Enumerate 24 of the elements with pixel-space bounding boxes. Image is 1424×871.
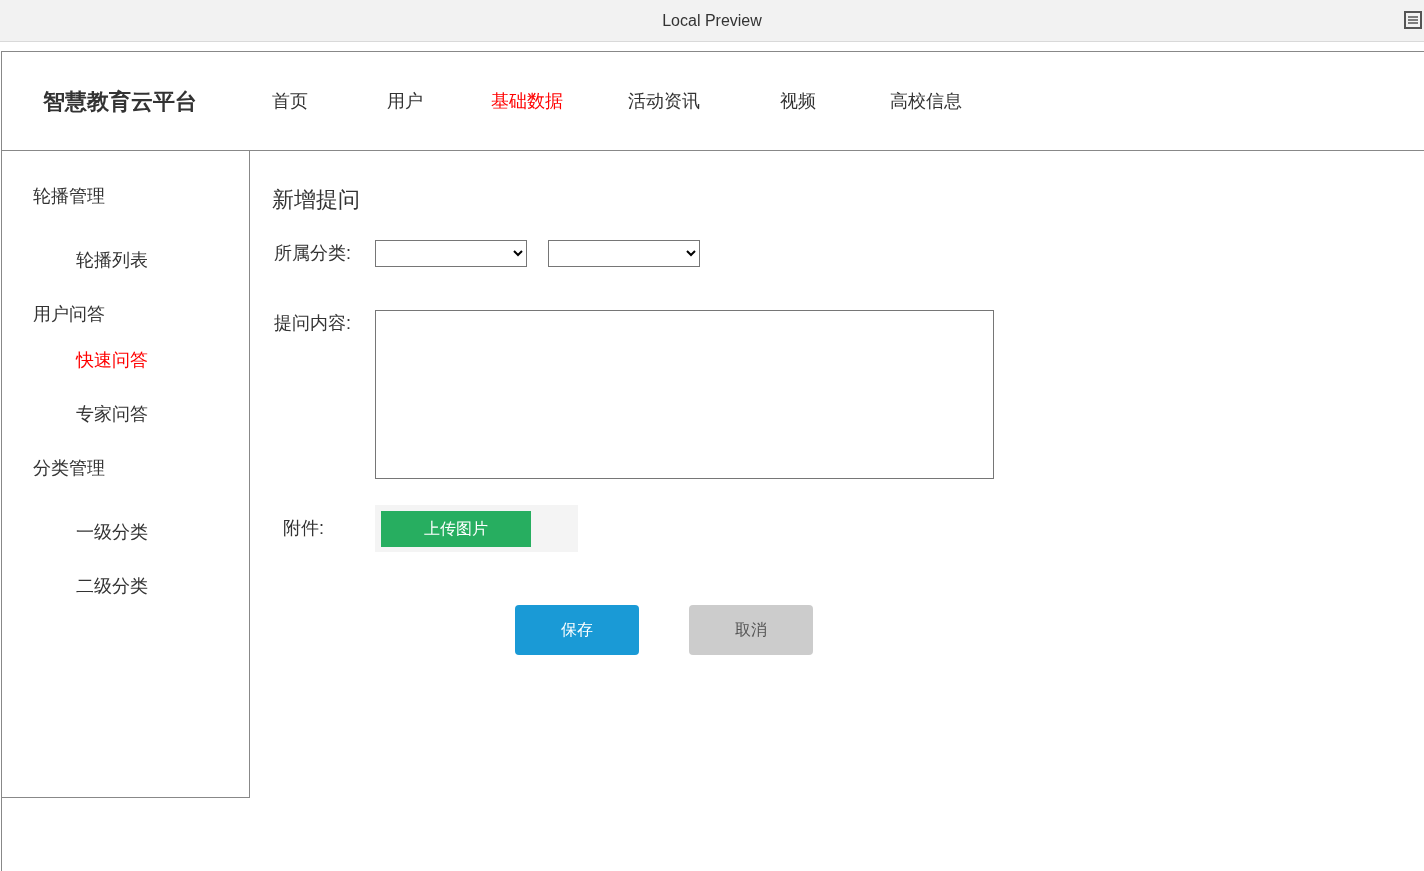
nav-link[interactable]: 首页 xyxy=(272,87,387,115)
nav-link[interactable]: 高校信息 xyxy=(890,87,1000,115)
nav-link[interactable]: 活动资讯 xyxy=(628,87,780,115)
menu-icon[interactable] xyxy=(1404,11,1422,29)
cancel-button[interactable]: 取消 xyxy=(689,605,813,655)
category-select[interactable] xyxy=(375,240,527,267)
subcategory-select[interactable] xyxy=(548,240,700,267)
window-title: Local Preview xyxy=(662,10,762,31)
logo-text: 智慧教育云平台 xyxy=(43,87,198,116)
sidebar-item[interactable]: 专家问答 xyxy=(76,399,148,429)
sidebar-group[interactable]: 轮播管理 xyxy=(33,181,105,211)
sidebar-item[interactable]: 快速问答 xyxy=(76,345,148,375)
sidebar-item[interactable]: 轮播列表 xyxy=(76,245,148,275)
sidebar-item[interactable]: 一级分类 xyxy=(76,517,148,547)
nav-link[interactable]: 视频 xyxy=(780,87,890,115)
sidebar-group[interactable]: 用户问答 xyxy=(33,299,105,329)
sidebar-group[interactable]: 分类管理 xyxy=(33,453,105,483)
field-label: 所属分类: xyxy=(273,242,352,265)
nav-link[interactable]: 用户 xyxy=(387,87,491,115)
sidebar-item[interactable]: 二级分类 xyxy=(76,571,148,601)
field-label: 附件: xyxy=(282,517,325,540)
form-title: 新增提问 xyxy=(272,186,361,214)
nav-link[interactable]: 基础数据 xyxy=(491,87,628,115)
field-label: 提问内容: xyxy=(273,312,352,335)
